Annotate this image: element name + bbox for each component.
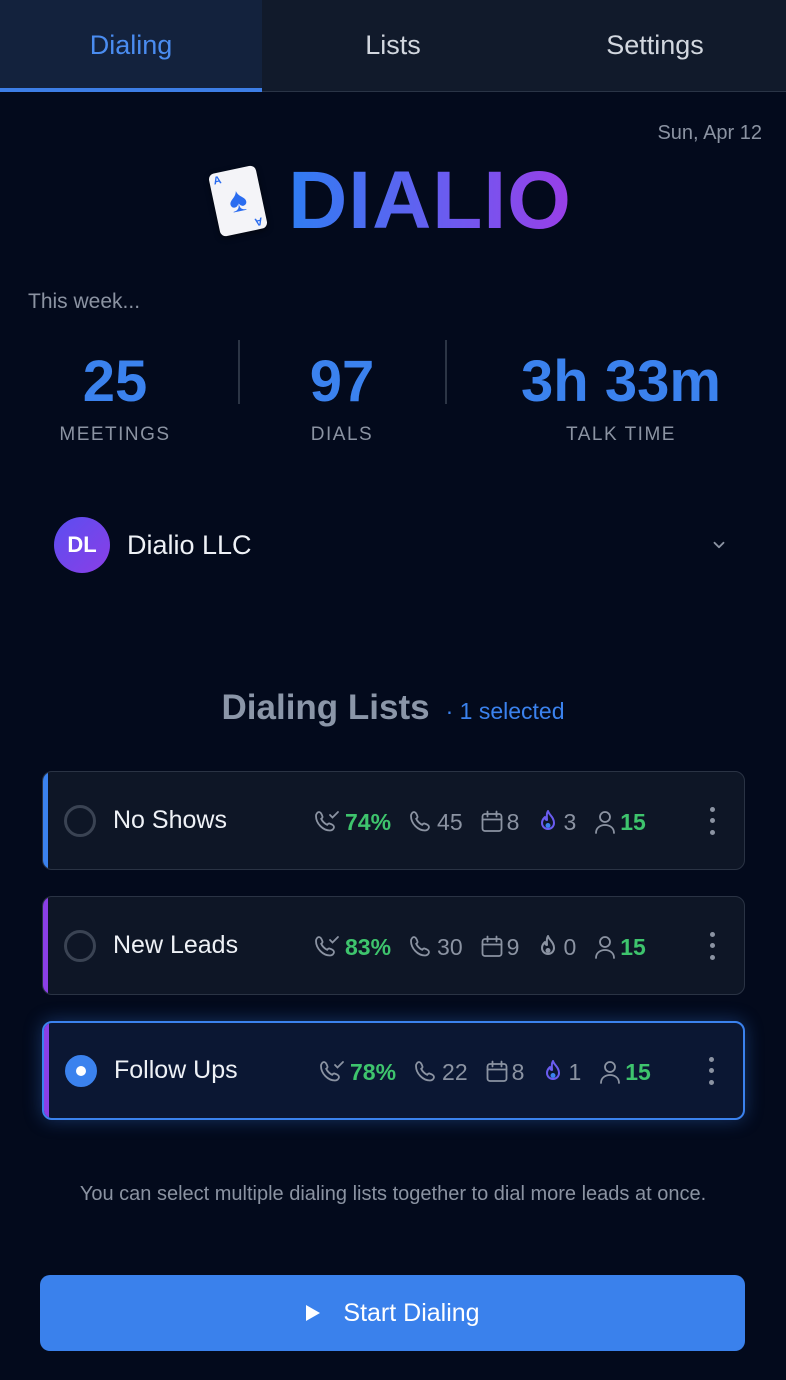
connect-rate-value: 83% <box>345 933 392 960</box>
call-count-value: 22 <box>442 1058 468 1085</box>
flame-icon <box>541 810 556 830</box>
list-row-follow-ups[interactable]: Follow Ups 78% 22 8 1 15 <box>42 1021 745 1120</box>
chevron-down-icon[interactable] <box>710 536 728 554</box>
more-options-icon[interactable] <box>707 1056 715 1085</box>
tab-bar: Dialing Lists Settings <box>0 0 786 92</box>
meeting-count: 8 <box>484 1058 525 1086</box>
section-header: Dialing Lists · 1 selected <box>0 688 786 728</box>
week-label: This week... <box>28 290 141 313</box>
connect-rate: 78% <box>318 1058 396 1086</box>
tab-settings[interactable]: Settings <box>524 0 786 91</box>
row-accent <box>44 1023 49 1118</box>
connect-rate-value: 74% <box>345 808 392 835</box>
flame-icon <box>541 935 556 955</box>
connect-rate-value: 78% <box>350 1058 397 1085</box>
phone-check-icon <box>320 1061 344 1082</box>
start-dialing-button[interactable]: Start Dialing <box>40 1275 745 1351</box>
phone-check-icon <box>315 936 339 957</box>
meeting-count-value: 9 <box>506 933 520 960</box>
more-options-icon[interactable] <box>708 806 716 835</box>
hot-count-value: 0 <box>563 933 577 960</box>
call-count: 45 <box>407 808 463 836</box>
hot-count-value: 3 <box>563 808 577 835</box>
current-date: Sun, Apr 12 <box>657 122 762 144</box>
stat-value: 3h 33m <box>521 349 721 414</box>
stat-label: TALK TIME <box>566 423 676 445</box>
calendar-icon <box>486 1060 508 1082</box>
tab-dialing[interactable]: Dialing <box>0 0 262 92</box>
stat-meetings: 25 MEETINGS <box>40 350 190 446</box>
phone-check-icon <box>315 811 339 832</box>
list-metrics: 74% 45 8 3 15 <box>313 802 684 842</box>
calendar-icon <box>481 810 503 832</box>
spade-card-icon: A ♠ A <box>207 164 269 238</box>
list-name: Follow Ups <box>114 1056 238 1084</box>
meeting-count-value: 8 <box>506 808 520 835</box>
list-name: New Leads <box>113 931 239 959</box>
stat-divider <box>238 340 240 404</box>
stat-divider <box>445 340 447 404</box>
play-icon <box>306 1305 321 1321</box>
call-count-value: 45 <box>437 808 463 835</box>
stat-value: 97 <box>309 349 375 414</box>
hot-count-value: 1 <box>568 1058 582 1085</box>
section-title: Dialing Lists <box>221 688 430 727</box>
call-count: 22 <box>412 1058 468 1086</box>
meeting-count: 9 <box>479 933 520 961</box>
start-dialing-label: Start Dialing <box>343 1298 480 1327</box>
list-row-no-shows[interactable]: No Shows 74% 45 8 3 15 <box>42 771 745 870</box>
stat-value: 25 <box>82 349 148 414</box>
contact-count: 15 <box>592 933 646 961</box>
row-accent <box>43 772 48 869</box>
stat-dials: 97 DIALS <box>272 350 412 446</box>
tab-lists[interactable]: Lists <box>262 0 524 91</box>
list-metrics: 78% 22 8 1 15 <box>318 1052 683 1092</box>
radio-button[interactable] <box>64 804 96 837</box>
meeting-count: 8 <box>479 808 520 836</box>
connect-rate: 74% <box>313 808 391 836</box>
list-row-new-leads[interactable]: New Leads 83% 30 9 0 15 <box>42 896 745 995</box>
flame-icon <box>546 1060 561 1080</box>
meeting-count-value: 8 <box>511 1058 525 1085</box>
contact-count-value: 15 <box>620 933 646 960</box>
list-metrics: 83% 30 9 0 15 <box>313 927 684 967</box>
calendar-icon <box>481 935 503 957</box>
avatar: DL <box>54 517 110 573</box>
person-icon <box>595 811 616 834</box>
phone-icon <box>415 1061 435 1082</box>
contact-count-value: 15 <box>620 808 646 835</box>
person-icon <box>595 936 616 959</box>
stat-label: MEETINGS <box>59 423 171 445</box>
org-selector[interactable]: DL Dialio LLC <box>54 517 734 573</box>
helper-text: You can select multiple dialing lists to… <box>79 1183 707 1205</box>
call-count: 30 <box>407 933 463 961</box>
phone-icon <box>410 811 430 832</box>
contact-count: 15 <box>597 1058 651 1086</box>
hot-count: 3 <box>535 808 576 836</box>
call-count-value: 30 <box>437 933 463 960</box>
stat-label: DIALS <box>310 423 374 445</box>
connect-rate: 83% <box>313 933 391 961</box>
stat-talk-time: 3h 33m TALK TIME <box>490 350 752 446</box>
row-accent <box>43 897 48 994</box>
person-icon <box>600 1061 621 1084</box>
org-name: Dialio LLC <box>127 529 252 560</box>
brand-name: DIALIO <box>288 155 572 246</box>
selected-count: · 1 selected <box>445 698 565 724</box>
more-options-icon[interactable] <box>708 931 716 960</box>
hot-count: 0 <box>535 933 576 961</box>
radio-button[interactable] <box>65 1054 97 1087</box>
hot-count: 1 <box>540 1058 581 1086</box>
contact-count: 15 <box>592 808 646 836</box>
brand-logo: A ♠ A DIALIO <box>0 160 786 242</box>
phone-icon <box>410 936 430 957</box>
radio-button[interactable] <box>64 929 96 962</box>
contact-count-value: 15 <box>625 1058 651 1085</box>
list-name: No Shows <box>113 806 227 834</box>
app: Dialing Lists Settings Sun, Apr 12 A ♠ A… <box>0 0 786 1380</box>
